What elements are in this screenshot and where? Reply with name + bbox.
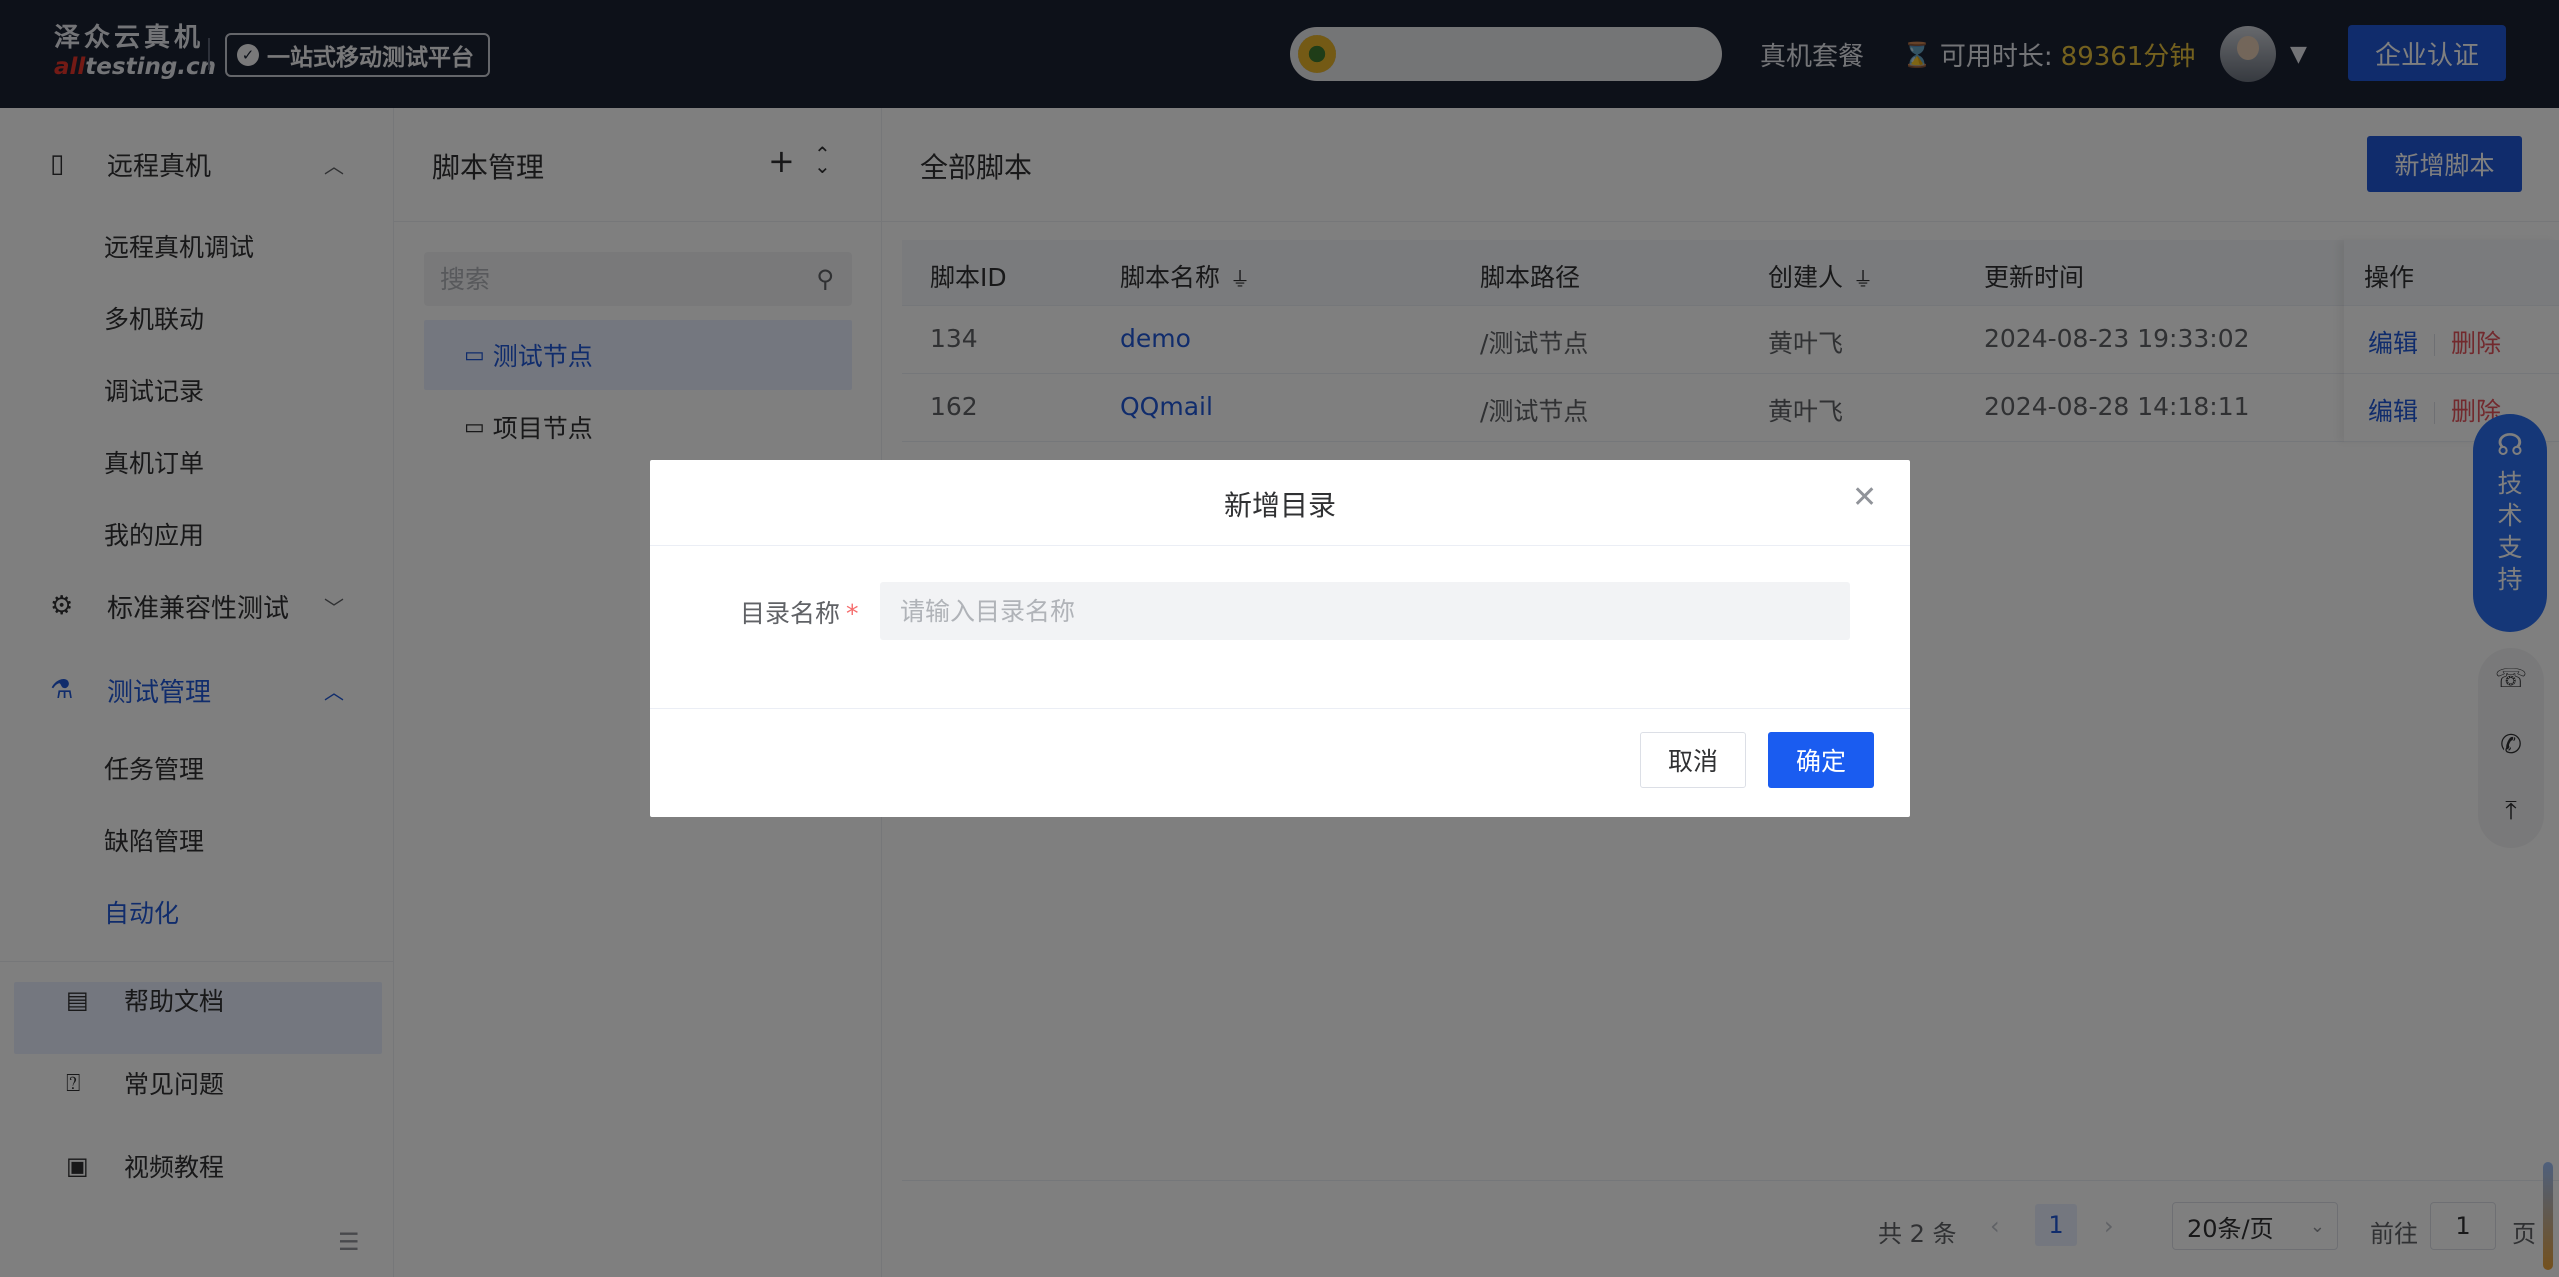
confirm-button[interactable]: 确定 [1768,732,1874,788]
required-mark: * [846,599,859,628]
directory-name-label: 目录名称 * [740,594,859,630]
add-directory-dialog: 新增目录 ✕ 目录名称* 取消 确定 [650,460,1910,817]
dialog-title: 新增目录 [1223,489,1336,522]
dialog-footer-divider [650,708,1910,709]
directory-name-input[interactable] [880,582,1850,640]
close-icon[interactable]: ✕ [1852,480,1877,515]
dialog-header: 新增目录 ✕ [650,460,1910,546]
field-label-text: 目录名称 [740,599,841,628]
cancel-button[interactable]: 取消 [1640,732,1746,788]
